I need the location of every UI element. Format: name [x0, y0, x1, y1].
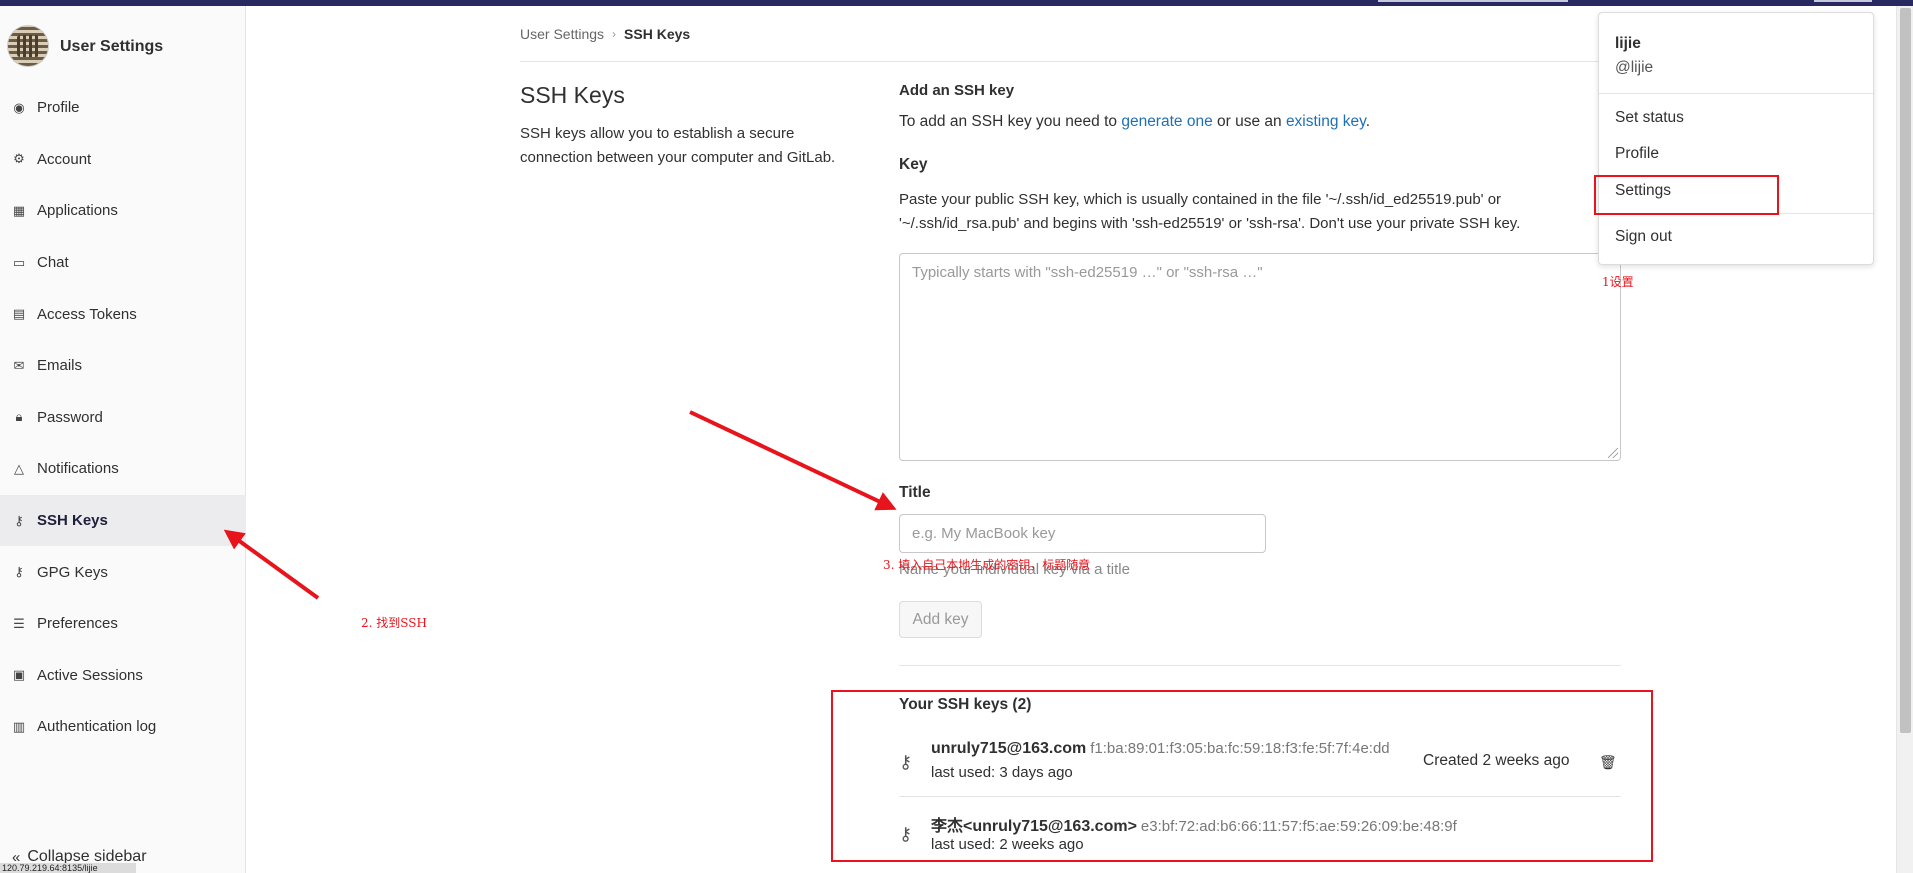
- sidebar-item-ssh-keys[interactable]: ⚷ SSH Keys: [0, 494, 246, 547]
- sidebar-item-label: Applications: [37, 202, 118, 220]
- sidebar-item-label: Profile: [37, 99, 80, 117]
- sign-out-item[interactable]: Sign out: [1615, 228, 1672, 246]
- log-icon: ▥: [12, 718, 26, 734]
- profile-icon: ◉: [13, 99, 25, 115]
- divider: [520, 61, 1620, 62]
- annotation-box-settings: [1594, 175, 1779, 215]
- page-description: SSH keys allow you to establish a secure…: [520, 125, 836, 166]
- sidebar-item-profile[interactable]: ◉ Profile: [0, 82, 246, 134]
- scrollbar-thumb[interactable]: [1900, 8, 1911, 733]
- page-title: SSH Keys: [520, 82, 625, 108]
- arrow-to-title: [689, 410, 897, 511]
- breadcrumb-parent[interactable]: User Settings: [520, 26, 604, 42]
- sidebar-item-label: Notifications: [37, 460, 119, 478]
- sidebar-item-label: Active Sessions: [37, 666, 143, 684]
- annotation-box-keys: [831, 690, 1653, 862]
- account-icon: ⚙: [13, 151, 25, 167]
- add-desc-middle: or use an: [1212, 113, 1286, 130]
- sidebar-item-account[interactable]: ⚙ Account: [0, 134, 246, 186]
- key-icon: ⚷: [14, 512, 24, 528]
- sidebar-item-password[interactable]: 🔒︎ Password: [0, 392, 246, 444]
- add-key-button[interactable]: Add key: [899, 601, 982, 638]
- profile-item[interactable]: Profile: [1615, 145, 1659, 163]
- user-avatar-edge[interactable]: [1814, 0, 1872, 2]
- key-textarea[interactable]: [899, 253, 1621, 461]
- token-icon: ▤: [12, 306, 26, 322]
- add-key-heading: Add an SSH key: [899, 82, 1015, 99]
- sidebar-nav: ◉ Profile ⚙ Account ▦ Applications ▭ Cha…: [0, 82, 246, 753]
- sidebar-item-label: Preferences: [37, 615, 118, 633]
- bell-icon: △: [14, 460, 24, 476]
- set-status-item[interactable]: Set status: [1615, 109, 1684, 127]
- title-input[interactable]: [899, 514, 1266, 553]
- sidebar-item-label: Access Tokens: [37, 305, 137, 323]
- search-bar-edge[interactable]: [1378, 0, 1568, 2]
- chat-icon: ▭: [12, 254, 26, 270]
- resize-handle[interactable]: [1608, 448, 1618, 458]
- user-handle[interactable]: @lijie: [1615, 59, 1653, 77]
- key-label: Key: [899, 156, 928, 173]
- generate-one-link[interactable]: generate one: [1121, 113, 1212, 130]
- sidebar-title: User Settings: [60, 38, 164, 55]
- add-desc-prefix: To add an SSH key you need to: [899, 113, 1122, 130]
- sidebar-item-preferences[interactable]: ☰ Preferences: [0, 598, 246, 650]
- sidebar-header[interactable]: User Settings: [0, 22, 246, 74]
- status-url: 120.79.219.64:8135/lijie: [0, 863, 136, 873]
- existing-key-link[interactable]: existing key: [1286, 113, 1366, 130]
- email-icon: ✉: [13, 357, 25, 373]
- user-name[interactable]: lijie: [1615, 35, 1641, 53]
- title-label: Title: [899, 484, 931, 501]
- sidebar-item-label: Account: [37, 150, 92, 168]
- sidebar-item-label: Emails: [37, 357, 83, 375]
- sidebar-item-label: Password: [37, 408, 103, 426]
- key-help-text: Paste your public SSH key, which is usua…: [899, 191, 1521, 232]
- key-icon: ⚷: [14, 564, 24, 580]
- sidebar-item-access-tokens[interactable]: ▤ Access Tokens: [0, 288, 246, 340]
- breadcrumb-current[interactable]: SSH Keys: [624, 26, 690, 42]
- user-dropdown-menu: lijie @lijie Set status Profile Settings…: [1598, 12, 1875, 265]
- sidebar-item-label: GPG Keys: [37, 563, 108, 581]
- sidebar-item-label: Chat: [37, 254, 69, 272]
- applications-icon: ▦: [12, 202, 26, 218]
- sidebar-item-authentication-log[interactable]: ▥ Authentication log: [0, 701, 246, 753]
- top-navbar: [0, 0, 1913, 6]
- annotation-step3: 3. 填入自己本地生成的密钥，标题随意: [883, 558, 1091, 572]
- sidebar-item-active-sessions[interactable]: ▣ Active Sessions: [0, 650, 246, 702]
- add-desc-suffix: .: [1365, 113, 1371, 130]
- annotation-step1: 1设置: [1602, 275, 1634, 289]
- sidebar-item-chat[interactable]: ▭ Chat: [0, 237, 246, 289]
- divider: [1599, 93, 1875, 94]
- monitor-icon: ▣: [12, 667, 26, 683]
- divider: [899, 665, 1621, 666]
- sidebar-item-notifications[interactable]: △ Notifications: [0, 443, 246, 495]
- sidebar-item-emails[interactable]: ✉ Emails: [0, 340, 246, 392]
- sidebar-item-gpg-keys[interactable]: ⚷ GPG Keys: [0, 546, 246, 598]
- lock-icon: 🔒︎: [15, 409, 23, 425]
- preferences-icon: ☰: [13, 615, 25, 631]
- sidebar-item-label: SSH Keys: [37, 512, 108, 530]
- sidebar: User Settings ◉ Profile ⚙ Account ▦ Appl…: [0, 6, 246, 873]
- sidebar-item-label: Authentication log: [37, 718, 157, 736]
- add-key-description: To add an SSH key you need to generate o…: [899, 113, 1370, 131]
- sidebar-item-applications[interactable]: ▦ Applications: [0, 185, 246, 237]
- annotation-step2: 2. 找到SSH: [361, 616, 427, 630]
- avatar: [7, 25, 49, 67]
- chevron-right-icon: ›: [612, 27, 617, 41]
- breadcrumb: User Settings › SSH Keys: [520, 26, 690, 42]
- scrollbar[interactable]: [1896, 6, 1913, 873]
